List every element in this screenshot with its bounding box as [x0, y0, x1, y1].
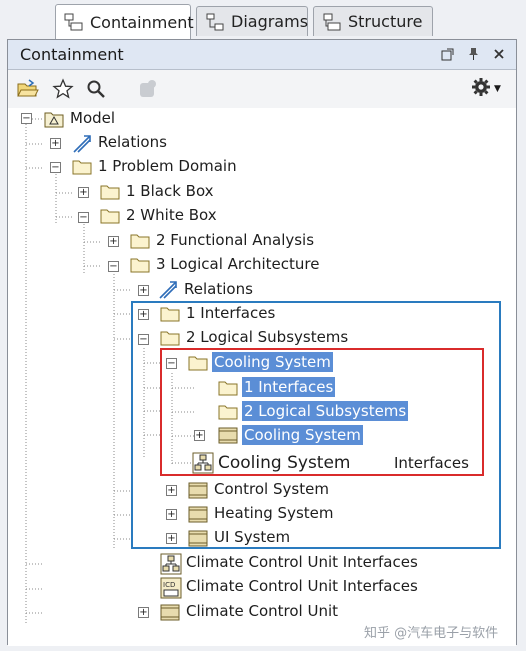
- svg-text:ICD: ICD: [163, 581, 175, 589]
- expand-toggle[interactable]: +: [78, 187, 89, 198]
- disabled-action-icon: [136, 77, 160, 101]
- package-icon: [130, 233, 150, 251]
- search-icon[interactable]: [84, 77, 108, 101]
- package-icon: [130, 257, 150, 275]
- tree-node-ui-system[interactable]: UI System: [212, 527, 292, 547]
- containment-tree: − Model + Relations − 1 Problem Domain +…: [8, 108, 516, 646]
- chevron-down-icon: ▼: [494, 84, 501, 94]
- diagrams-tab-icon: [205, 12, 225, 32]
- package-icon: [188, 355, 208, 373]
- close-icon[interactable]: [492, 46, 506, 62]
- relations-icon: [72, 134, 92, 153]
- settings-menu[interactable]: ▼: [466, 77, 506, 101]
- tree-node-white-box[interactable]: 2 White Box: [124, 205, 219, 225]
- collapse-toggle[interactable]: −: [108, 261, 119, 272]
- diagram-icon: [192, 452, 214, 474]
- gear-icon: [471, 77, 491, 101]
- open-folder-icon[interactable]: [16, 77, 40, 101]
- tab-containment[interactable]: Containment: [55, 4, 194, 39]
- tree-node-black-box[interactable]: 1 Black Box: [124, 181, 216, 201]
- containment-panel: Containment ▼ − Model + Relations − 1 Pr…: [7, 39, 517, 646]
- tree-node-heating-system[interactable]: Heating System: [212, 503, 335, 523]
- tab-label: Structure: [348, 12, 423, 31]
- expand-toggle[interactable]: +: [138, 309, 149, 320]
- expand-toggle[interactable]: +: [50, 138, 61, 149]
- tree-node-interfaces[interactable]: 1 Interfaces: [184, 303, 277, 323]
- diagram-icon: [160, 553, 182, 575]
- icd-table-icon: ICD: [160, 577, 182, 599]
- tab-label: Diagrams: [231, 12, 309, 31]
- package-icon: [218, 404, 238, 422]
- tree-node-functional-analysis[interactable]: 2 Functional Analysis: [154, 230, 316, 250]
- collapse-toggle[interactable]: −: [166, 358, 177, 369]
- tree-node-cooling-system-package[interactable]: Cooling System: [212, 352, 333, 372]
- watermark: 知乎 @汽车电子与软件: [364, 626, 499, 641]
- block-icon: [188, 481, 208, 499]
- block-icon: [218, 426, 238, 444]
- tree-node-relations[interactable]: Relations: [96, 132, 169, 152]
- diagram-type-suffix: Interfaces: [394, 454, 469, 472]
- package-icon: [72, 159, 92, 177]
- tree-node-cooling-system-block[interactable]: Cooling System: [242, 425, 363, 445]
- expand-toggle[interactable]: +: [138, 285, 149, 296]
- collapse-toggle[interactable]: −: [50, 162, 61, 173]
- block-icon: [188, 529, 208, 547]
- tree-node-logical-architecture[interactable]: 3 Logical Architecture: [154, 254, 321, 274]
- package-icon: [218, 380, 238, 398]
- block-icon: [160, 603, 180, 621]
- tree-node-logical-subsystems[interactable]: 2 Logical Subsystems: [184, 327, 350, 347]
- package-icon: [100, 208, 120, 226]
- model-icon: [44, 110, 64, 128]
- structure-tab-icon: [322, 12, 342, 32]
- undock-icon[interactable]: [440, 46, 454, 62]
- expand-toggle[interactable]: +: [166, 509, 177, 520]
- containment-tab-icon: [64, 12, 84, 32]
- tree-node-ccu-interfaces-table[interactable]: Climate Control Unit Interfaces: [184, 576, 420, 596]
- tab-diagrams[interactable]: Diagrams: [196, 6, 308, 36]
- tree-node-control-system[interactable]: Control System: [212, 479, 331, 499]
- panel-toolbar: ▼: [8, 70, 516, 109]
- tab-structure[interactable]: Structure: [313, 6, 433, 36]
- tree-node-problem-domain[interactable]: 1 Problem Domain: [96, 156, 239, 176]
- relations-icon: [158, 280, 178, 299]
- block-icon: [188, 505, 208, 523]
- tree-node-cooling-system-diagram[interactable]: Cooling System: [216, 453, 352, 473]
- expand-toggle[interactable]: +: [166, 485, 177, 496]
- tab-label: Containment: [90, 12, 194, 32]
- panel-title: Containment: [20, 45, 124, 64]
- package-icon: [100, 184, 120, 202]
- pin-icon[interactable]: [466, 46, 480, 62]
- tree-node-model[interactable]: Model: [68, 108, 117, 128]
- containment-window: Containment Diagrams Structure Containme…: [0, 0, 526, 651]
- tree-node-ccu-interfaces-diagram[interactable]: Climate Control Unit Interfaces: [184, 552, 420, 572]
- tree-node-cs-logical-subsystems[interactable]: 2 Logical Subsystems: [242, 401, 409, 421]
- collapse-toggle[interactable]: −: [78, 212, 89, 223]
- panel-title-bar: Containment: [8, 40, 516, 70]
- tab-bar: Containment Diagrams Structure: [0, 0, 526, 40]
- expand-toggle[interactable]: +: [108, 236, 119, 247]
- collapse-toggle[interactable]: −: [21, 113, 32, 124]
- expand-toggle[interactable]: +: [166, 533, 177, 544]
- expand-toggle[interactable]: +: [194, 430, 205, 441]
- tree-node-cs-interfaces[interactable]: 1 Interfaces: [242, 377, 336, 397]
- expand-toggle[interactable]: +: [138, 607, 149, 618]
- star-icon[interactable]: [51, 77, 75, 101]
- package-icon: [160, 306, 180, 324]
- tree-node-relations-la[interactable]: Relations: [182, 279, 255, 299]
- package-icon: [160, 330, 180, 348]
- collapse-toggle[interactable]: −: [138, 334, 149, 345]
- tree-node-climate-control-unit[interactable]: Climate Control Unit: [184, 601, 340, 621]
